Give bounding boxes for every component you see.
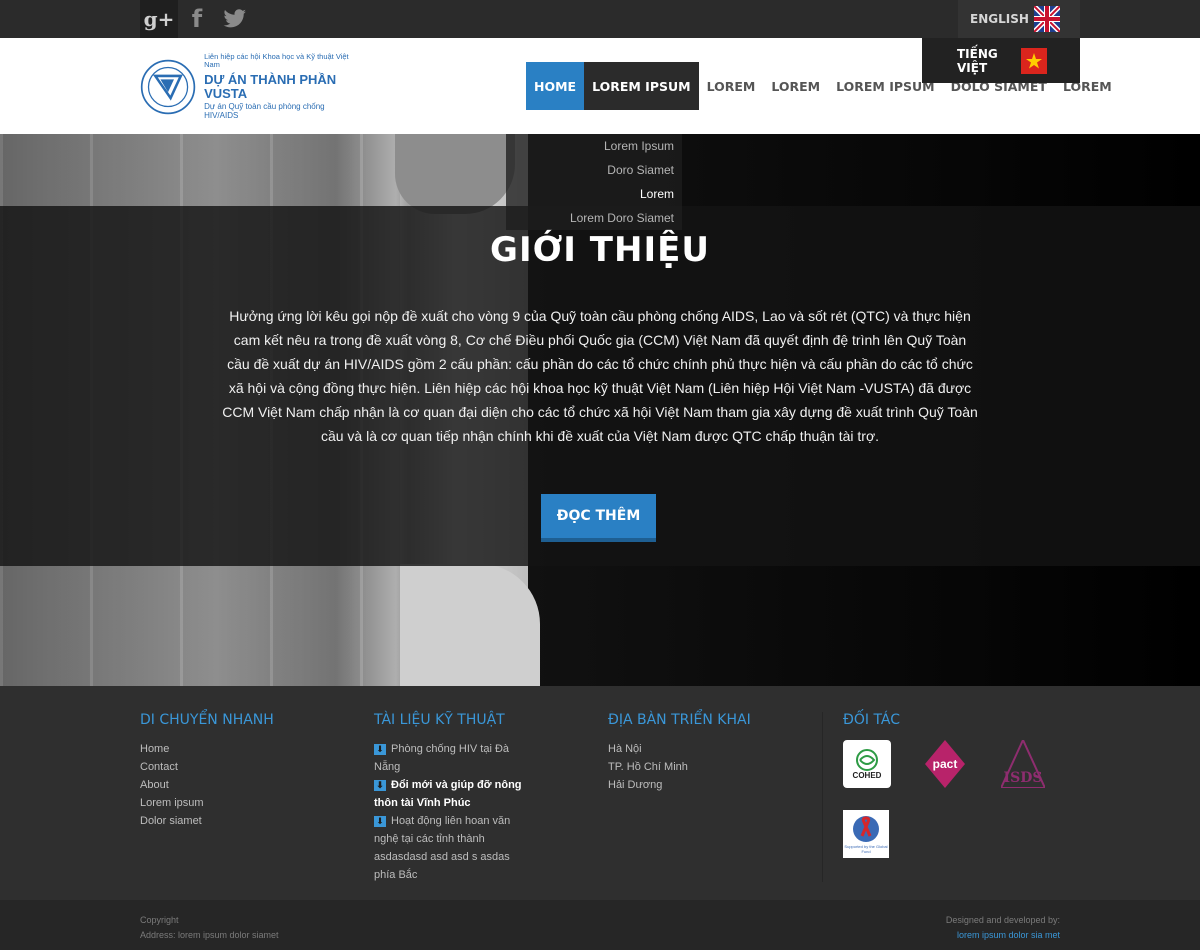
cohed-logo-text: COHED xyxy=(852,770,882,780)
google-plus-icon[interactable]: g+ xyxy=(140,0,178,38)
pact-logo-text: pact xyxy=(932,757,958,771)
footer-quick-nav: DI CHUYỂN NHANH Home Contact About Lorem… xyxy=(140,712,274,830)
documents-title: TÀI LIỆU KỸ THUẬT xyxy=(374,712,505,728)
nav-item-home[interactable]: HOME xyxy=(526,62,585,110)
download-icon: ⬇ xyxy=(374,779,386,791)
developer-block: Designed and developed by: lorem ipsum d… xyxy=(946,913,1060,943)
logo-text: Liên hiệp các hội Khoa học và Kỹ thuật V… xyxy=(204,53,356,121)
quick-nav-link[interactable]: About xyxy=(140,776,274,794)
pact-logo[interactable]: pact xyxy=(921,740,969,788)
top-bar: g+ f ENGLISH xyxy=(0,0,1200,38)
facebook-glyph: f xyxy=(191,5,203,33)
document-label: Hoạt động liên hoan văn nghệ tại các tỉn… xyxy=(374,815,511,881)
copyright-block: Copyright Address: lorem ipsum dolor sia… xyxy=(140,913,279,943)
hero-background-shirt xyxy=(400,564,540,686)
facebook-icon[interactable]: f xyxy=(178,0,216,38)
language-english[interactable]: ENGLISH xyxy=(958,0,1080,38)
hero-title: GIỚI THIỆU xyxy=(490,230,710,270)
social-links: g+ f xyxy=(140,0,254,38)
nav-item-lorem-ipsum[interactable]: LOREM IPSUM xyxy=(584,62,699,110)
area-link[interactable]: Hải Dương xyxy=(608,776,751,794)
dropdown-item-doro-siamet[interactable]: Doro Siamet xyxy=(506,158,682,182)
developer-link[interactable]: lorem ipsum dolor sia met xyxy=(946,928,1060,943)
read-more-button[interactable]: ĐỌC THÊM xyxy=(541,494,656,542)
logo-small-line: Liên hiệp các hội Khoa học và Kỹ thuật V… xyxy=(204,52,349,70)
copyright-text: Copyright xyxy=(140,915,179,925)
logo-subtitle: Dự án Quỹ toàn cầu phòng chống HIV/AIDS xyxy=(204,102,325,121)
bottom-bar: Copyright Address: lorem ipsum dolor sia… xyxy=(0,900,1200,950)
download-icon: ⬇ xyxy=(374,815,386,827)
footer-documents: TÀI LIỆU KỸ THUẬT ⬇ Phòng chống HIV tại Đ… xyxy=(374,712,534,884)
hero-text: Hưởng ứng lời kêu gọi nộp đề xuất cho vò… xyxy=(222,308,978,444)
footer-partners: ĐỐI TÁC COHED pact ISDS Supported by the… xyxy=(822,712,1062,882)
dropdown-item-lorem[interactable]: Lorem xyxy=(506,182,682,206)
quick-nav-link[interactable]: Home xyxy=(140,740,274,758)
nav-item-lorem-2[interactable]: LOREM xyxy=(763,62,828,110)
vusta-logo-icon xyxy=(140,59,196,115)
areas-title: ĐỊA BÀN TRIỂN KHAI xyxy=(608,712,751,728)
document-item[interactable]: ⬇ Phòng chống HIV tại Đà Nẵng xyxy=(374,740,534,776)
global-fund-logo[interactable]: Supported by the Global Fund xyxy=(843,810,889,858)
cohed-logo[interactable]: COHED xyxy=(843,740,891,788)
quick-nav-link[interactable]: Lorem ipsum xyxy=(140,794,274,812)
site-logo[interactable]: Liên hiệp các hội Khoa học và Kỹ thuật V… xyxy=(140,53,356,121)
cohed-emblem-icon xyxy=(856,748,878,771)
red-ribbon-icon xyxy=(853,816,879,842)
quick-nav-title: DI CHUYỂN NHANH xyxy=(140,712,274,728)
language-vietnamese[interactable]: TIẾNG VIỆT xyxy=(922,38,1080,83)
google-plus-glyph: g+ xyxy=(143,7,175,31)
language-english-label: ENGLISH xyxy=(970,12,1029,26)
document-label: Phòng chống HIV tại Đà Nẵng xyxy=(374,743,510,773)
dropdown-item-lorem-doro-siamet[interactable]: Lorem Doro Siamet xyxy=(506,206,682,230)
nav-dropdown-menu: Lorem Ipsum Doro Siamet Lorem Lorem Doro… xyxy=(506,134,682,230)
document-item[interactable]: ⬇ Đổi mới và giúp đỡ nông thôn tài Vĩnh P… xyxy=(374,776,534,812)
vietnam-flag-icon xyxy=(1021,47,1047,74)
area-link[interactable]: TP. Hồ Chí Minh xyxy=(608,758,751,776)
isds-logo-text: ISDS xyxy=(1003,770,1043,786)
area-link[interactable]: Hà Nội xyxy=(608,740,751,758)
logo-title: DỰ ÁN THÀNH PHẦN VUSTA xyxy=(204,71,337,101)
uk-flag-icon xyxy=(1034,6,1060,32)
quick-nav-link[interactable]: Dolor siamet xyxy=(140,812,274,830)
designed-by-text: Designed and developed by: xyxy=(945,915,1060,925)
footer-areas: ĐỊA BÀN TRIỂN KHAI Hà Nội TP. Hồ Chí Min… xyxy=(608,712,751,794)
partner-logos: COHED pact ISDS Supported by the Global … xyxy=(843,740,1062,870)
dropdown-item-lorem-ipsum[interactable]: Lorem Ipsum xyxy=(506,134,682,158)
download-icon: ⬇ xyxy=(374,743,386,755)
hero-background-child xyxy=(395,134,515,214)
document-label: Đổi mới và giúp đỡ nông thôn tài Vĩnh Ph… xyxy=(374,779,522,809)
twitter-bird-icon xyxy=(223,9,246,28)
twitter-icon[interactable] xyxy=(216,0,254,38)
nav-item-lorem[interactable]: LOREM xyxy=(699,62,764,110)
language-vietnamese-label: TIẾNG VIỆT xyxy=(957,46,998,75)
global-fund-logo-text: Supported by the Global Fund xyxy=(844,844,888,854)
partners-title: ĐỐI TÁC xyxy=(843,712,901,728)
isds-logo[interactable]: ISDS xyxy=(999,740,1047,788)
document-item[interactable]: ⬇ Hoạt động liên hoan văn nghệ tại các tỉ… xyxy=(374,812,534,884)
address-text: Address: lorem ipsum dolor siamet xyxy=(140,930,279,940)
footer: DI CHUYỂN NHANH Home Contact About Lorem… xyxy=(0,686,1200,900)
quick-nav-link[interactable]: Contact xyxy=(140,758,274,776)
